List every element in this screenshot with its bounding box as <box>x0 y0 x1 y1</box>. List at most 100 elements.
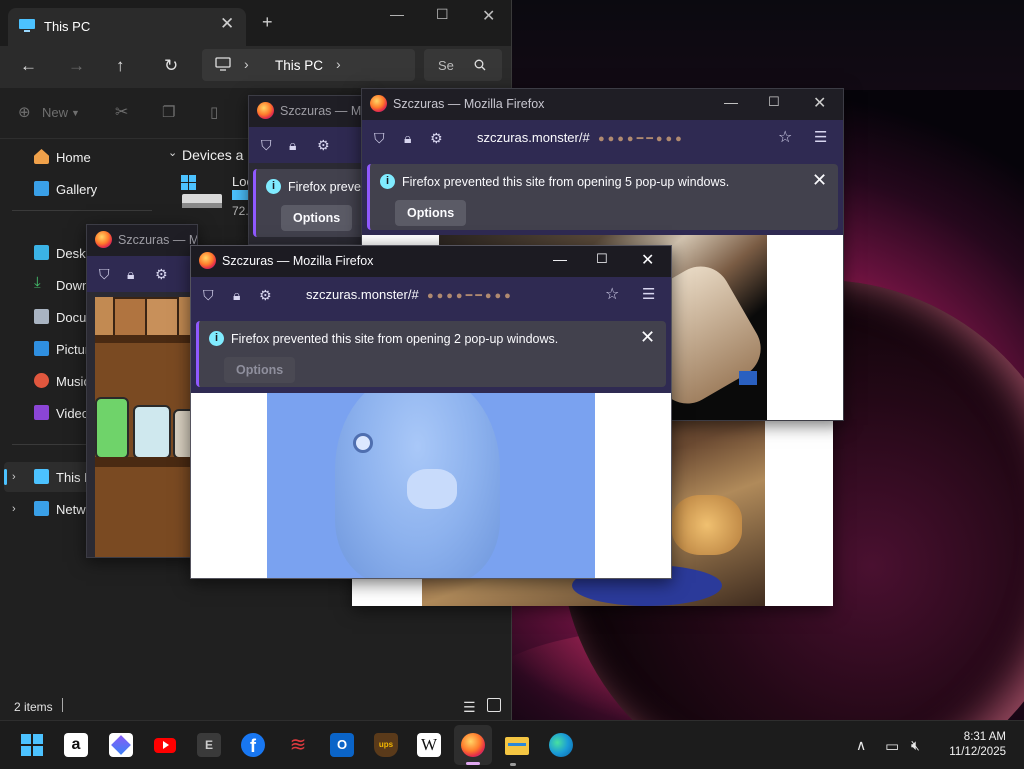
copy-icon[interactable]: ❐ <box>162 103 175 121</box>
menu-icon[interactable]: ☰ <box>642 285 655 303</box>
refresh-icon[interactable]: ↻ <box>164 56 178 76</box>
chevron-up-icon[interactable]: ∧ <box>856 737 866 754</box>
permissions-icon[interactable]: ⚙ <box>155 266 168 283</box>
close-window-icon[interactable]: ✕ <box>641 250 654 270</box>
back-arrow-icon[interactable]: ← <box>20 56 37 76</box>
options-button[interactable]: Options <box>224 357 296 383</box>
window-title: Szczuras — Mo <box>280 104 369 118</box>
local-disk-item[interactable] <box>180 174 224 212</box>
clock-date: 11/12/2025 <box>949 746 1006 758</box>
shield-icon[interactable]: ⛉ <box>374 130 385 147</box>
breadcrumb[interactable]: This PC <box>275 58 323 73</box>
group-collapse-icon[interactable]: ⌄ <box>168 146 177 159</box>
cut-icon[interactable]: ✂ <box>115 102 128 122</box>
file-explorer-icon[interactable] <box>505 733 529 757</box>
nav-item-home[interactable]: Home <box>34 146 158 168</box>
permissions-icon[interactable]: ⚙ <box>317 137 330 154</box>
edge-icon[interactable] <box>549 733 573 757</box>
url-field[interactable]: szczuras.monster/# <box>306 287 419 302</box>
outlook-icon[interactable]: O <box>330 733 354 757</box>
new-plus-icon[interactable]: ⊕ <box>18 103 31 121</box>
ups-icon[interactable]: ups <box>374 733 398 757</box>
forward-arrow-icon[interactable]: → <box>68 56 85 76</box>
new-button[interactable]: New <box>42 105 68 120</box>
taskbar: a E f ≋ O ups W ∧ ▭ 🔇︎ 8:31 AM 11/12/202… <box>0 720 1024 769</box>
monitor-icon <box>215 57 231 71</box>
options-button[interactable]: Options <box>281 205 353 231</box>
this-pc-icon <box>19 19 35 32</box>
clock-time: 8:31 AM <box>963 731 1006 743</box>
permissions-icon[interactable]: ⚙ <box>259 287 272 304</box>
maximize-icon[interactable]: ☐ <box>436 6 449 23</box>
bookmark-star-icon[interactable]: ☆ <box>778 127 792 147</box>
expand-chevron-icon[interactable]: › <box>12 471 16 483</box>
start-icon[interactable] <box>20 733 44 757</box>
nav-label: Gallery <box>56 182 98 197</box>
nav-item-gallery[interactable]: Gallery <box>34 178 158 200</box>
info-icon: i <box>380 174 395 189</box>
minimize-icon[interactable]: — <box>390 6 404 22</box>
expand-chevron-icon[interactable]: › <box>12 503 16 515</box>
firefox-window-front: Szczuras — Mozilla Firefox — ☐ ✕ ⛉ 🔒︎ ⚙ … <box>190 245 672 579</box>
expedia-icon[interactable]: ≋ <box>286 733 310 757</box>
group-header[interactable]: Devices a <box>182 147 243 163</box>
shield-icon[interactable]: ⛉ <box>203 287 214 304</box>
firefox-window-left: Szczuras — Mozilla Firefo ⛉ 🔒︎ ⚙ <box>86 224 198 558</box>
firefox-logo-icon <box>257 102 274 119</box>
menu-icon[interactable]: ☰ <box>814 128 827 146</box>
permissions-icon[interactable]: ⚙ <box>430 130 443 147</box>
new-tab-icon[interactable]: + <box>262 12 273 33</box>
wikipedia-icon[interactable]: W <box>417 733 441 757</box>
paste-icon[interactable]: ▯ <box>210 103 218 121</box>
breadcrumb-expand-icon[interactable]: › <box>336 56 341 72</box>
download-arrow-icon: ⤓ <box>34 274 41 291</box>
details-view-icon[interactable]: ☰ <box>463 699 476 716</box>
maximize-icon[interactable]: ☐ <box>596 251 608 267</box>
notification-message: Firefox prevented this site from opening… <box>402 175 730 189</box>
close-window-icon[interactable]: ✕ <box>813 93 826 113</box>
address-bar[interactable]: › This PC › <box>202 49 415 81</box>
popup-blocked-notification: i Firefox prevented this site from openi… <box>196 321 666 387</box>
maximize-icon[interactable]: ☐ <box>768 94 780 110</box>
firefox-icon[interactable] <box>461 733 485 757</box>
up-arrow-icon[interactable]: ↑ <box>116 56 125 76</box>
amazon-icon[interactable]: a <box>64 733 88 757</box>
shield-icon[interactable]: ⛉ <box>261 137 272 154</box>
minimize-icon[interactable]: — <box>724 94 738 110</box>
nav-label: Video <box>56 406 90 421</box>
window-title: Szczuras — Mozilla Firefox <box>393 97 545 111</box>
drive-icon <box>181 175 222 208</box>
notification-close-icon[interactable]: ✕ <box>812 170 827 191</box>
tiles-view-icon[interactable] <box>487 698 501 712</box>
volume-muted-icon[interactable]: 🔇︎ <box>911 737 920 754</box>
copilot-icon[interactable] <box>109 733 133 757</box>
lock-icon: 🔒︎ <box>127 266 135 282</box>
page-white-area <box>765 415 833 606</box>
facebook-icon[interactable]: f <box>241 733 265 757</box>
url-field[interactable]: szczuras.monster/# <box>477 130 590 145</box>
videos-icon <box>34 405 49 420</box>
pigeon-image <box>267 393 595 578</box>
search-box[interactable]: Se <box>424 49 502 81</box>
page-white-area <box>595 393 671 578</box>
notification-close-icon[interactable]: ✕ <box>640 327 655 348</box>
explorer-tab[interactable]: This PC ✕ <box>8 8 246 46</box>
shield-icon[interactable]: ⛉ <box>99 266 110 283</box>
lock-icon: 🔒︎ <box>404 130 412 146</box>
search-input[interactable]: Se <box>438 58 454 73</box>
network-status-icon[interactable]: ▭ <box>885 737 899 755</box>
notification-message: Firefox prevent <box>288 180 370 194</box>
status-divider <box>62 698 63 712</box>
bookmark-star-icon[interactable]: ☆ <box>605 284 619 304</box>
active-indicator <box>466 762 480 765</box>
popup-blocked-notification: i Firefox prevented this site from openi… <box>367 164 838 230</box>
youtube-icon[interactable] <box>153 733 177 757</box>
options-button[interactable]: Options <box>395 200 467 226</box>
system-clock[interactable]: 8:31 AM 11/12/2025 <box>949 730 1006 760</box>
minimize-icon[interactable]: — <box>553 251 567 267</box>
close-tab-icon[interactable]: ✕ <box>220 14 234 34</box>
close-window-icon[interactable]: ✕ <box>482 6 495 26</box>
nav-label: Pictur <box>56 342 90 357</box>
firefox-window-partial: Szczuras — Mo ⛉ 🔒︎ ⚙ i Firefox prevent O… <box>248 95 370 245</box>
epic-games-icon[interactable]: E <box>197 733 221 757</box>
